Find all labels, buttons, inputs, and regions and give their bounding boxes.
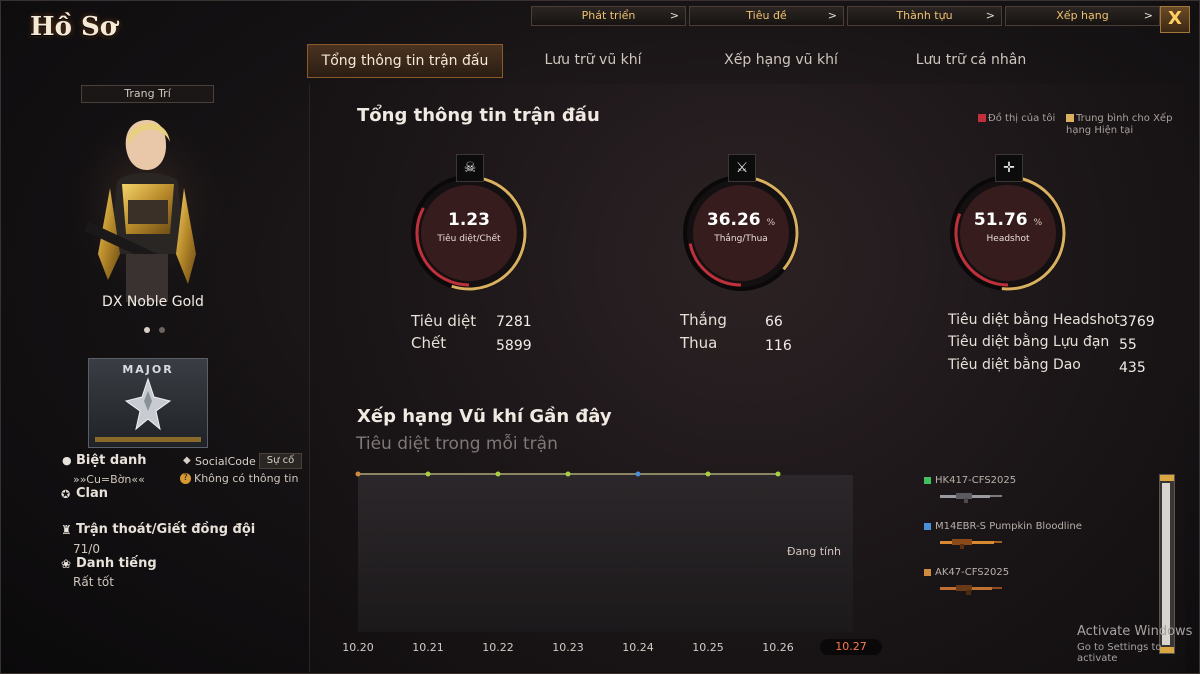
scroll-up-icon[interactable] <box>1160 475 1174 481</box>
weapon-name: HK417-CFS2025 <box>935 475 1017 486</box>
weapon-item-m14ebr[interactable]: M14EBR-S Pumpkin Bloodline <box>924 521 1082 532</box>
x-tick-label[interactable]: 10.24 <box>618 641 658 654</box>
x-tick-label[interactable]: 10.22 <box>478 641 518 654</box>
x-tick-label-selected[interactable]: 10.27 <box>820 639 882 655</box>
x-tick-label[interactable]: 10.26 <box>758 641 798 654</box>
x-tick-label[interactable]: 10.25 <box>688 641 728 654</box>
data-point[interactable] <box>565 471 571 477</box>
blue-square-icon <box>924 522 931 530</box>
rifle-icon <box>940 493 1002 503</box>
watermark-line2: Go to Settings to activate <box>1077 642 1162 664</box>
weapon-name: AK47-CFS2025 <box>935 567 1010 578</box>
data-point[interactable] <box>495 471 501 477</box>
weapon-name: M14EBR-S Pumpkin Bloodline <box>935 521 1082 532</box>
x-tick-label[interactable]: 10.23 <box>548 641 588 654</box>
weapon-item-hk417[interactable]: HK417-CFS2025 <box>924 475 1016 486</box>
data-point[interactable] <box>635 471 641 477</box>
rifle-icon <box>940 585 1002 595</box>
data-point[interactable] <box>775 471 781 477</box>
x-tick-label[interactable]: 10.20 <box>338 641 378 654</box>
data-point[interactable] <box>425 471 431 477</box>
calculating-status: Đang tính <box>787 545 842 558</box>
rifle-icon <box>940 539 1002 549</box>
data-point[interactable] <box>355 471 361 477</box>
green-square-icon <box>924 476 931 484</box>
line-chart <box>355 471 781 477</box>
data-point[interactable] <box>705 471 711 477</box>
watermark-line1: Activate Windows <box>1077 624 1193 639</box>
x-tick-label[interactable]: 10.21 <box>408 641 448 654</box>
weapon-item-ak47[interactable]: AK47-CFS2025 <box>924 567 1009 578</box>
scrollbar-thumb[interactable] <box>1162 483 1170 645</box>
orange-square-icon <box>924 568 931 576</box>
